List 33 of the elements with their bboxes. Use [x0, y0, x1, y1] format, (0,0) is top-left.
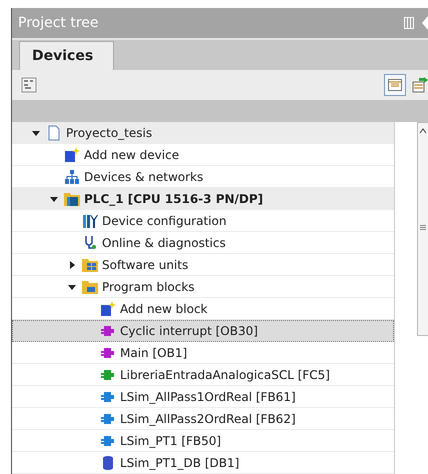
tree-item[interactable]: Proyecto_tesis [12, 122, 394, 144]
tree-item[interactable]: Device configuration [12, 210, 394, 232]
configuration-icon [82, 212, 98, 228]
scrollbar-thumb[interactable] [417, 122, 428, 336]
tree-item[interactable]: Cyclic interrupt [OB30] [12, 320, 394, 342]
tree-item[interactable]: PLC_1 [CPU 1516-3 PN/DP] [12, 188, 394, 210]
tree-item[interactable]: Add new device [12, 144, 394, 166]
tree-item[interactable]: LSim_PT1_DB [DB1] [12, 452, 394, 474]
grip-icon[interactable] [420, 225, 426, 230]
tree-item[interactable]: Online & diagnostics [12, 232, 394, 254]
add-icon [100, 300, 116, 316]
tree-view-icon[interactable] [21, 77, 37, 94]
add-icon [64, 146, 80, 162]
tab[interactable]: Devices [19, 41, 114, 70]
table-icon [388, 79, 402, 92]
tree-item[interactable]: LSim_AllPass2OrdReal [FB62] [12, 408, 394, 430]
tree-item[interactable]: LSim_PT1 [FB50] [12, 430, 394, 452]
folder-icon [82, 256, 98, 272]
tree-item[interactable]: LSim_AllPass1OrdReal [FB61] [12, 386, 394, 408]
diagnostics-icon [82, 234, 98, 250]
database-icon [100, 454, 116, 470]
tree-item[interactable]: LibreriaEntradaAnalogicaSCL [FC5] [12, 364, 394, 386]
table-export-icon[interactable] [412, 77, 428, 94]
document-icon [46, 124, 62, 140]
folder-icon [82, 278, 98, 294]
tree-item[interactable]: Main [OB1] [12, 342, 394, 364]
panel-title: Project tree [18, 14, 100, 31]
network-icon [64, 168, 80, 184]
tree-item[interactable]: Program blocks [12, 276, 394, 298]
plc-icon [64, 190, 80, 206]
scroll-up-icon[interactable] [419, 127, 427, 135]
tree-item[interactable]: Software units [12, 254, 394, 276]
table-view-button[interactable] [384, 74, 406, 96]
